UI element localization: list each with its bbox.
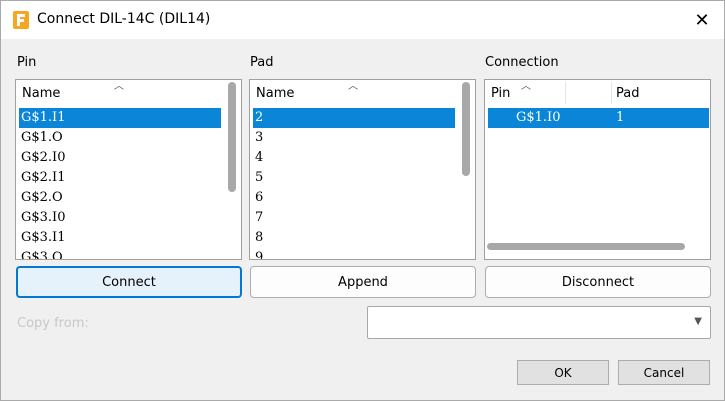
chevron-down-icon: ▼ xyxy=(694,316,702,327)
pin-list-item[interactable]: G$2.O xyxy=(19,188,221,208)
connection-pad-column-header[interactable]: Pad xyxy=(616,86,639,101)
pad-list-item[interactable]: 2 xyxy=(253,108,455,128)
pad-list-item[interactable]: 5 xyxy=(253,168,455,188)
cancel-button[interactable]: Cancel xyxy=(618,360,710,385)
pin-list-item[interactable]: G$3.I1 xyxy=(19,228,221,248)
pin-list[interactable]: Name ︿ G$1.I1 G$1.O G$2.I0 G$2.I1 G$2.O … xyxy=(15,79,242,260)
pad-list[interactable]: Name ︿ 2 3 4 5 6 7 8 9 xyxy=(249,79,476,260)
copy-from-dropdown[interactable]: ▼ xyxy=(367,306,711,339)
fusion-app-icon xyxy=(13,11,29,29)
connection-list-hscrollbar[interactable] xyxy=(487,243,685,250)
pad-list-header[interactable]: Name ︿ xyxy=(250,80,475,106)
pin-list-item[interactable]: G$3.O xyxy=(19,248,221,259)
ok-button[interactable]: OK xyxy=(517,360,609,385)
disconnect-button[interactable]: Disconnect xyxy=(485,266,711,298)
connect-button[interactable]: Connect xyxy=(16,266,242,298)
pin-list-item[interactable]: G$1.I1 xyxy=(19,108,221,128)
append-button[interactable]: Append xyxy=(250,266,476,298)
column-divider xyxy=(565,82,566,104)
connection-list[interactable]: Pin ︿ Pad G$1.I0 1 xyxy=(484,79,711,260)
column-divider xyxy=(611,82,612,104)
pad-list-scrollbar[interactable] xyxy=(462,82,470,176)
connection-list-header[interactable]: Pin ︿ Pad xyxy=(485,80,710,106)
copy-from-label: Copy from: xyxy=(17,316,89,331)
pad-name-column-header[interactable]: Name xyxy=(256,86,294,101)
window-title: Connect DIL-14C (DIL14) xyxy=(37,11,211,27)
connection-label: Connection xyxy=(485,55,559,70)
pad-list-item[interactable]: 8 xyxy=(253,228,455,248)
pin-name-column-header[interactable]: Name xyxy=(22,86,60,101)
title-bar: Connect DIL-14C (DIL14) ✕ xyxy=(1,1,724,39)
pin-list-item[interactable]: G$1.O xyxy=(19,128,221,148)
pad-list-item[interactable]: 3 xyxy=(253,128,455,148)
pin-list-item[interactable]: G$2.I0 xyxy=(19,148,221,168)
pad-list-item[interactable]: 9 xyxy=(253,248,455,259)
pin-list-scrollbar[interactable] xyxy=(228,82,236,192)
sort-ascending-icon: ︿ xyxy=(348,81,358,92)
pad-list-item[interactable]: 7 xyxy=(253,208,455,228)
connection-row[interactable]: G$1.I0 1 xyxy=(488,108,709,128)
close-icon[interactable]: ✕ xyxy=(681,1,723,39)
sort-ascending-icon: ︿ xyxy=(114,81,124,92)
connect-dialog: Connect DIL-14C (DIL14) ✕ Pin Name ︿ G$1… xyxy=(0,0,725,401)
connection-pin-cell: G$1.I0 xyxy=(516,110,561,125)
pin-list-item[interactable]: G$3.I0 xyxy=(19,208,221,228)
pad-list-item[interactable]: 6 xyxy=(253,188,455,208)
pad-label: Pad xyxy=(250,55,274,70)
pad-list-item[interactable]: 4 xyxy=(253,148,455,168)
pin-list-item[interactable]: G$2.I1 xyxy=(19,168,221,188)
sort-ascending-icon: ︿ xyxy=(521,81,531,92)
connection-pad-cell: 1 xyxy=(616,110,625,125)
pin-label: Pin xyxy=(17,55,37,70)
connection-pin-column-header[interactable]: Pin xyxy=(491,86,510,101)
pin-list-header[interactable]: Name ︿ xyxy=(16,80,241,106)
